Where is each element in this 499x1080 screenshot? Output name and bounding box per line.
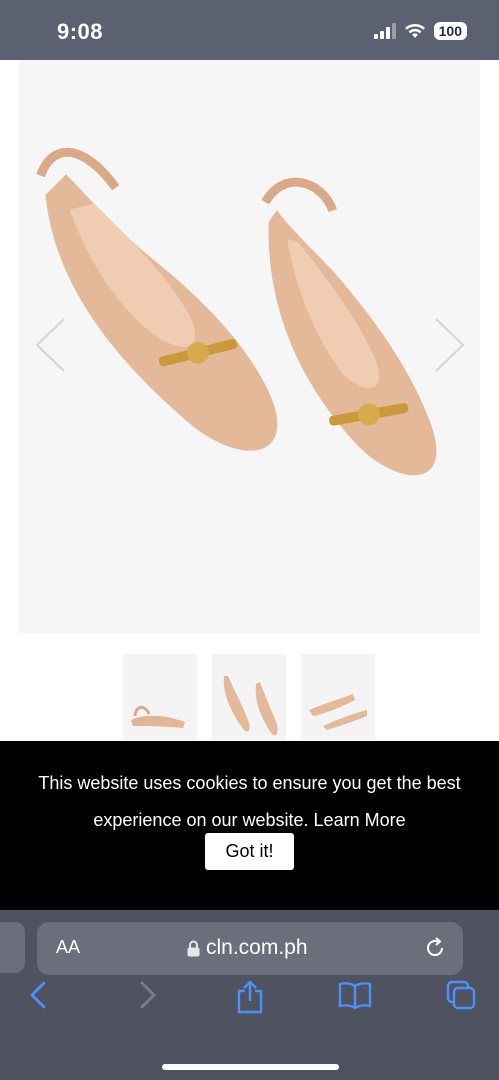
tabs-button[interactable] <box>446 980 476 1015</box>
reload-icon <box>427 937 444 957</box>
chevron-left-icon <box>35 318 65 372</box>
back-icon <box>30 981 46 1009</box>
thumbnail-1[interactable] <box>123 654 197 740</box>
product-image[interactable] <box>19 60 480 633</box>
image-next-button[interactable] <box>434 317 466 378</box>
thumbnail-3[interactable] <box>301 654 375 740</box>
tabs-icon <box>446 980 476 1010</box>
status-time: 9:08 <box>57 19 104 44</box>
right-shoe <box>261 177 437 476</box>
thumbnail-2[interactable] <box>212 654 286 740</box>
bookmarks-button[interactable] <box>338 980 372 1015</box>
share-icon <box>237 980 263 1014</box>
status-bar: 9:08 100 <box>0 0 499 60</box>
cookie-message: This website uses cookies to ensure you … <box>20 765 479 839</box>
thumbnail-side-view <box>131 706 185 728</box>
battery-indicator: 100 <box>433 22 467 40</box>
status-icons: 100 <box>373 22 467 40</box>
url-text: cln.com.ph <box>206 936 308 959</box>
share-button[interactable] <box>236 980 264 1019</box>
url-display[interactable]: cln.com.ph <box>187 936 308 960</box>
forward-button[interactable] <box>138 980 158 1015</box>
left-shoe <box>36 147 278 451</box>
thumbnail-top-view <box>223 676 278 736</box>
cookie-message-line2: experience on our website. <box>93 810 309 830</box>
cookie-banner: This website uses cookies to ensure you … <box>0 741 499 910</box>
back-button[interactable] <box>28 980 48 1015</box>
cookie-message-line1: This website uses cookies to ensure you … <box>38 773 461 793</box>
chevron-right-icon <box>435 318 465 372</box>
reload-button[interactable] <box>423 936 447 965</box>
lock-icon <box>187 940 200 956</box>
shoe-illustration <box>36 147 437 476</box>
image-prev-button[interactable] <box>34 317 66 378</box>
learn-more-link[interactable]: Learn More <box>314 810 406 830</box>
text-size-button[interactable]: AA <box>56 937 80 958</box>
previous-tab-preview[interactable] <box>0 922 25 973</box>
forward-icon <box>140 981 156 1009</box>
thumbnail-angle-view <box>309 694 367 730</box>
wifi-icon <box>404 24 425 38</box>
home-indicator[interactable] <box>162 1064 339 1070</box>
bookmarks-icon <box>338 982 372 1010</box>
address-bar[interactable]: AA cln.com.ph <box>37 922 463 975</box>
got-it-button[interactable]: Got it! <box>205 833 294 870</box>
signal-icon <box>373 23 396 39</box>
